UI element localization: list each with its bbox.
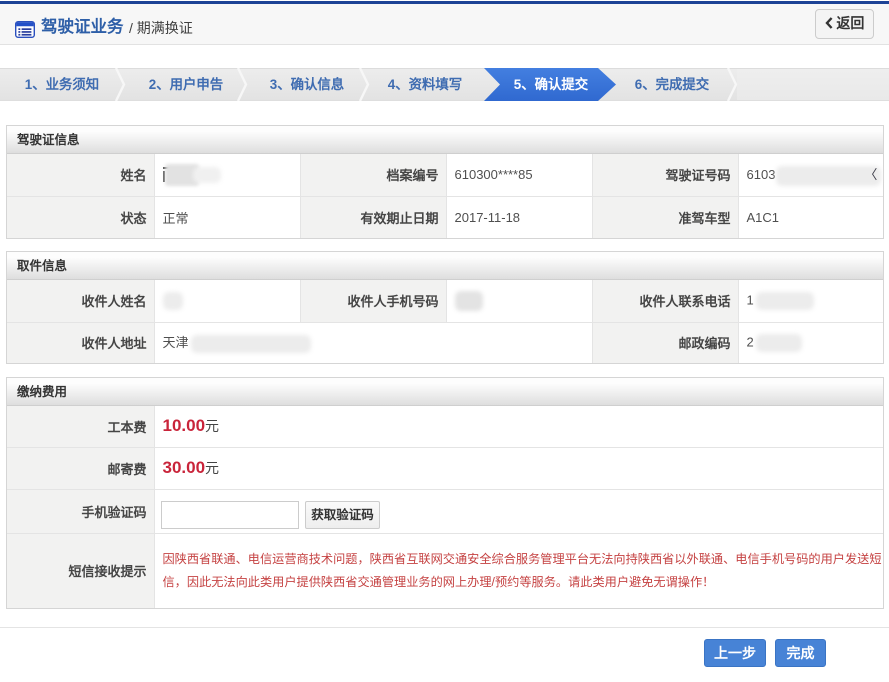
svg-text:1、业务须知: 1、业务须知 (25, 76, 99, 92)
svg-text:5、确认提交: 5、确认提交 (514, 76, 589, 92)
svg-text:3、确认信息: 3、确认信息 (270, 76, 344, 92)
svg-text:2、用户申告: 2、用户申告 (149, 76, 223, 92)
svg-text:6、完成提交: 6、完成提交 (635, 76, 710, 92)
svg-text:4、资料填写: 4、资料填写 (388, 76, 462, 92)
